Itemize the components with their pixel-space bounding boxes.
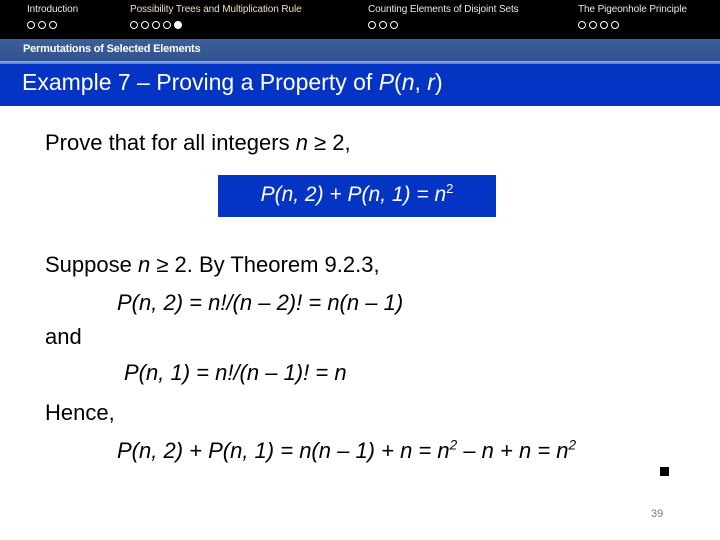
nav-dot[interactable] xyxy=(163,21,171,29)
nav-section-title[interactable]: Possibility Trees and Multiplication Rul… xyxy=(130,4,302,15)
nav-dot[interactable] xyxy=(152,21,160,29)
nav-section-title[interactable]: The Pigeonhole Principle xyxy=(578,4,687,15)
nav-dot[interactable] xyxy=(38,21,46,29)
suppose-line: Suppose n ≥ 2. By Theorem 9.2.3, xyxy=(45,252,380,277)
and-text: and xyxy=(45,324,82,349)
nav-dots xyxy=(27,21,78,29)
nav-dots xyxy=(578,21,687,29)
nav-dot[interactable] xyxy=(379,21,387,29)
nav-section-possibility-trees[interactable]: Possibility Trees and Multiplication Rul… xyxy=(130,4,302,29)
intro-statement: Prove that for all integers n ≥ 2, xyxy=(45,130,351,155)
nav-dot[interactable] xyxy=(27,21,35,29)
page-number: 39 xyxy=(651,508,664,520)
boxed-formula: P(n, 2) + P(n, 1) = n2 xyxy=(218,175,496,217)
equation-1: P(n, 2) = n!/(n – 2)! = n(n – 1) xyxy=(117,290,404,315)
nav-dot[interactable] xyxy=(611,21,619,29)
equation-3: P(n, 2) + P(n, 1) = n(n – 1) + n = n2 – … xyxy=(117,437,577,463)
slide-title: Example 7 – Proving a Property of P(n, r… xyxy=(22,69,443,95)
qed-square-icon xyxy=(660,467,669,476)
nav-dot[interactable] xyxy=(390,21,398,29)
nav-dot[interactable] xyxy=(141,21,149,29)
nav-dot-current[interactable] xyxy=(174,21,182,29)
subsection-title: Permutations of Selected Elements xyxy=(23,43,201,55)
equation-2: P(n, 1) = n!/(n – 1)! = n xyxy=(124,360,347,385)
nav-dot[interactable] xyxy=(130,21,138,29)
subsection-bar: Permutations of Selected Elements xyxy=(0,39,720,61)
nav-dot[interactable] xyxy=(578,21,586,29)
nav-dots xyxy=(130,21,302,29)
nav-dot[interactable] xyxy=(368,21,376,29)
hence-text: Hence, xyxy=(45,400,115,425)
nav-section-disjoint-sets[interactable]: Counting Elements of Disjoint Sets xyxy=(368,4,519,29)
nav-section-pigeonhole[interactable]: The Pigeonhole Principle xyxy=(578,4,687,29)
nav-dot[interactable] xyxy=(589,21,597,29)
nav-dot[interactable] xyxy=(49,21,57,29)
nav-dot[interactable] xyxy=(600,21,608,29)
nav-section-title[interactable]: Counting Elements of Disjoint Sets xyxy=(368,4,519,15)
slide-title-bar: Example 7 – Proving a Property of P(n, r… xyxy=(0,64,720,106)
navigation-bar: Introduction Possibility Trees and Multi… xyxy=(0,0,720,39)
nav-section-title[interactable]: Introduction xyxy=(27,4,78,15)
nav-dots xyxy=(368,21,519,29)
nav-section-introduction[interactable]: Introduction xyxy=(27,4,78,29)
